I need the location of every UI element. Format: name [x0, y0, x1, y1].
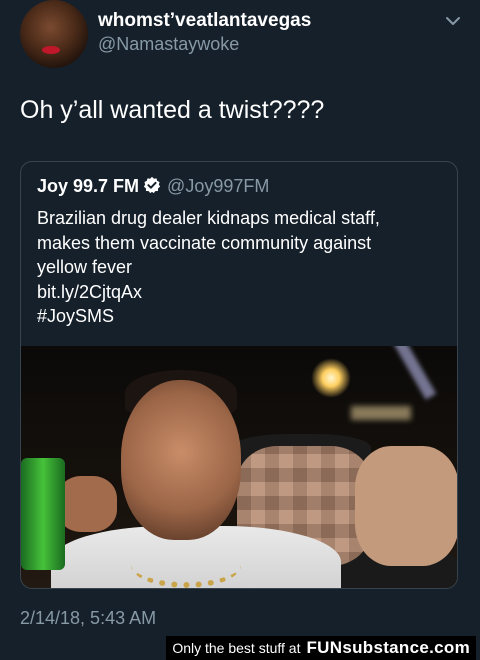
quoted-tweet-text: Brazilian drug dealer kidnaps medical st…	[37, 206, 447, 329]
photo-face	[121, 380, 241, 540]
quoted-tweet-photo[interactable]	[21, 346, 457, 588]
photo-light	[351, 406, 411, 420]
quoted-tweet-header: Joy 99.7 FM @Joy997FM	[37, 176, 269, 198]
display-name[interactable]: whomst’veatlantavegas	[98, 10, 311, 32]
verified-badge-icon	[143, 176, 161, 194]
photo-hand	[57, 476, 117, 532]
photo-drink-can	[21, 458, 65, 570]
quoted-display-name: Joy 99.7 FM	[37, 176, 140, 196]
tweet-timestamp[interactable]: 2/14/18, 5:43 AM	[20, 608, 156, 629]
quoted-tweet-card[interactable]: Joy 99.7 FM @Joy997FM Brazilian drug dea…	[20, 161, 458, 589]
quoted-handle: @Joy997FM	[167, 176, 270, 196]
quoted-hashtag[interactable]: #JoySMS	[37, 304, 447, 329]
photo-hand	[355, 446, 457, 566]
tweet-header: whomst’veatlantavegas @Namastaywoke	[20, 0, 470, 80]
chevron-down-icon[interactable]	[444, 12, 462, 30]
tweet-text: Oh y’all wanted a twist????	[20, 96, 325, 124]
avatar-detail	[42, 46, 60, 54]
quoted-text-line: makes them vaccinate community against	[37, 232, 372, 253]
watermark-bar: Only the best stuff at FUNsubstance.com	[0, 636, 480, 660]
quoted-link[interactable]: bit.ly/2CjtqAx	[37, 280, 447, 305]
quoted-text-line: yellow fever	[37, 257, 133, 277]
quoted-text-line: Brazilian drug dealer kidnaps medical st…	[37, 208, 380, 228]
user-handle[interactable]: @Namastaywoke	[98, 34, 239, 55]
watermark-text: Only the best stuff at	[172, 640, 301, 656]
photo-light	[385, 346, 437, 400]
photo-chain	[131, 542, 241, 588]
photo-light	[311, 358, 351, 398]
watermark: Only the best stuff at FUNsubstance.com	[166, 636, 476, 660]
watermark-brand: FUNsubstance.com	[306, 638, 470, 657]
avatar[interactable]	[20, 0, 88, 68]
